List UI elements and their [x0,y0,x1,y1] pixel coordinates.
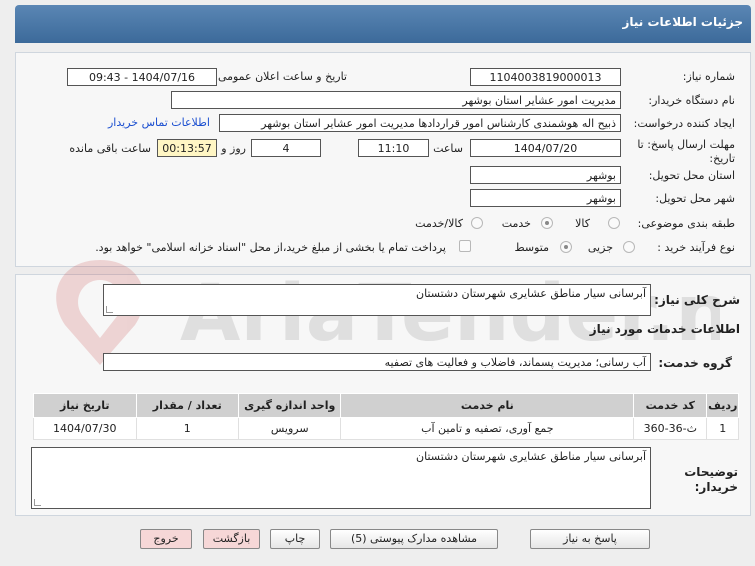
buyer-notes-text: آبرسانی سیار مناطق عشایری شهرستان دشتستا… [416,450,646,463]
back-button[interactable]: بازگشت [203,529,260,549]
remaining-time-label: ساعت باقی مانده [69,142,151,155]
view-attachments-button[interactable]: مشاهده مدارک پیوستی (5) [330,529,498,549]
process-radio-minor[interactable] [623,241,635,253]
cell-row: 1 [706,417,739,440]
reply-button[interactable]: پاسخ به نیاز [530,529,650,549]
city-field: بوشهر [470,189,621,207]
creator-label: ایجاد کننده درخواست: [633,117,735,130]
table-row: 1 ث-36-360 جمع آوری، تصفیه و تامین آب سر… [33,417,739,440]
treasury-payment-note: پرداخت تمام یا بخشی از مبلغ خرید،از محل … [95,241,446,254]
exit-button[interactable]: خروج [140,529,192,549]
summary-textarea: آبرسانی سیار مناطق عشایری شهرستان دشتستا… [103,284,651,316]
col-name-header: نام خدمت [340,393,635,418]
province-label: استان محل تحویل: [648,169,735,182]
buyer-notes-label-2: خریدار: [694,480,738,494]
services-section-title: اطلاعات خدمات مورد نیاز [589,322,740,336]
service-group-label: گروه خدمت: [658,356,732,370]
cell-qty: 1 [135,417,239,440]
col-date-header: تاریخ نیاز [33,393,137,418]
process-radio-medium[interactable] [560,241,572,253]
days-label: روز و [221,142,246,155]
col-code-header: کد خدمت [633,393,708,418]
services-table: ردیف کد خدمت نام خدمت واحد اندازه گیری ت… [33,393,739,440]
print-button[interactable]: چاپ [270,529,320,549]
buyer-notes-textarea: آبرسانی سیار مناطق عشایری شهرستان دشتستا… [31,447,651,509]
buyer-org-field: مدیریت امور عشایر استان بوشهر [171,91,621,109]
announce-label: تاریخ و ساعت اعلان عمومی: [214,70,347,83]
buyer-notes-label: توضیحات [684,465,738,479]
deadline-date-field: 1404/07/20 [470,139,621,157]
process-type-label: نوع فرآیند خرید : [657,241,735,254]
summary-label: شرح کلی نیاز: [654,293,740,307]
remaining-time-field: 00:13:57 [157,139,217,157]
need-number-label: شماره نیاز: [682,70,735,83]
cell-name: جمع آوری، تصفیه و تامین آب [340,417,635,440]
cell-code: ث-36-360 [633,417,708,440]
buyer-org-label: نام دستگاه خریدار: [648,94,735,107]
process-minor-label: جزیی [587,241,613,254]
col-row-header: ردیف [706,393,739,418]
need-number-field: 1104003819000013 [470,68,621,86]
deadline-time-field: 11:10 [358,139,429,157]
deadline-label: مهلت ارسال پاسخ: تا [637,138,735,151]
service-group-field: آب رسانی؛ مدیریت پسماند، فاضلاب و فعالیت… [103,353,651,371]
treasury-payment-checkbox[interactable] [459,240,471,252]
announce-datetime-field: 1404/07/16 - 09:43 [67,68,217,86]
category-radio-goods[interactable] [608,217,620,229]
city-label: شهر محل تحویل: [655,192,735,205]
deadline-date-label: تاریخ: [709,152,735,165]
summary-text: آبرسانی سیار مناطق عشایری شهرستان دشتستا… [416,287,646,300]
col-qty-header: تعداد / مقدار [135,393,239,418]
table-header-row: ردیف کد خدمت نام خدمت واحد اندازه گیری ت… [33,393,739,418]
deadline-time-label: ساعت [433,142,463,155]
cell-unit: سرویس [237,417,342,440]
resize-grip-icon[interactable] [34,499,41,506]
category-radio-service[interactable] [541,217,553,229]
process-medium-label: متوسط [514,241,549,254]
panel-header: جزئیات اطلاعات نیاز [15,5,751,43]
category-service-label: خدمت [501,217,531,230]
category-label: طبقه بندی موضوعی: [637,217,735,230]
cell-date: 1404/07/30 [33,417,137,440]
days-remaining-field: 4 [251,139,321,157]
resize-grip-icon[interactable] [106,306,113,313]
category-goods-label: کالا [575,217,590,230]
creator-field: ذبیح اله هوشمندی کارشناس امور قراردادها … [219,114,621,132]
page-title: جزئیات اطلاعات نیاز [622,15,743,29]
province-field: بوشهر [470,166,621,184]
category-radio-goods-service[interactable] [471,217,483,229]
col-unit-header: واحد اندازه گیری [237,393,342,418]
category-goods-service-label: کالا/خدمت [415,217,463,230]
buyer-contact-link[interactable]: اطلاعات تماس خریدار [108,116,210,129]
